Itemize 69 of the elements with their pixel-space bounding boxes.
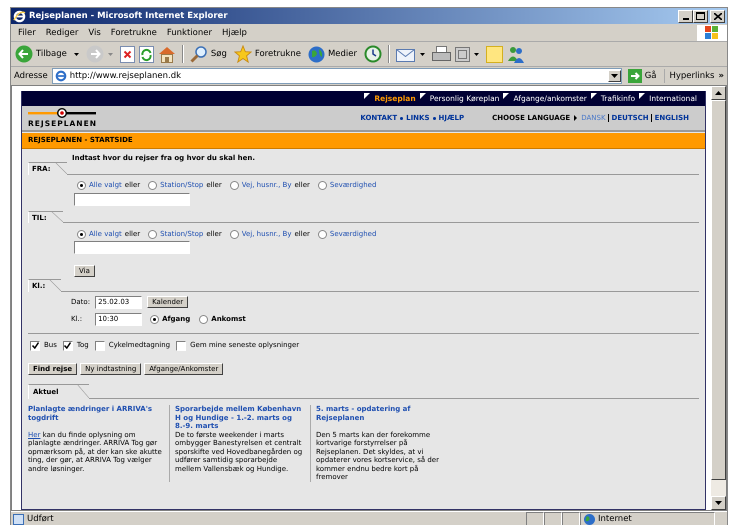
checkbox[interactable] — [176, 340, 186, 350]
bullet-icon — [432, 116, 436, 120]
vertical-scrollbar[interactable] — [711, 86, 726, 510]
address-field[interactable]: http://www.rejseplanen.dk — [52, 68, 622, 84]
checkbox[interactable] — [30, 340, 40, 350]
windows-flag-icon — [697, 24, 727, 40]
radio-button[interactable] — [150, 314, 160, 324]
go-arrow-icon — [628, 69, 642, 83]
menu-item[interactable]: Hjælp — [217, 28, 252, 38]
close-button[interactable] — [710, 10, 725, 22]
radio-button[interactable] — [230, 181, 239, 190]
menu-item[interactable]: Funktioner — [162, 28, 217, 38]
refresh-icon[interactable] — [138, 46, 154, 62]
home-icon[interactable] — [158, 46, 176, 62]
radio-button[interactable] — [318, 181, 327, 190]
menu-item[interactable]: Filer — [13, 28, 41, 38]
radio-button[interactable] — [77, 181, 86, 190]
globe-icon — [308, 46, 325, 62]
maximize-icon — [696, 12, 705, 20]
globe-icon — [584, 514, 595, 524]
browser-icon — [13, 10, 26, 22]
checkmark-icon — [32, 342, 38, 349]
go-button[interactable]: Gå — [626, 69, 666, 83]
search-button[interactable]: Søg — [190, 45, 230, 63]
radio-button[interactable] — [148, 230, 158, 238]
triangle-icon — [574, 115, 578, 121]
radio-button[interactable] — [77, 230, 86, 238]
back-button[interactable]: Tilbage — [15, 45, 70, 63]
page-icon — [13, 514, 24, 524]
links-button[interactable]: Hyperlinks — [669, 71, 714, 81]
place-input-field[interactable] — [74, 241, 190, 254]
bullet-icon — [400, 116, 404, 120]
status-text: Udført — [11, 514, 526, 524]
scroll-up-icon — [715, 91, 722, 95]
favorites-button[interactable]: Foretrukne — [234, 45, 304, 63]
radio-button[interactable] — [148, 181, 158, 190]
minimize-button[interactable] — [678, 10, 693, 22]
close-icon — [714, 12, 722, 20]
radio-button[interactable] — [199, 314, 208, 324]
menu-item[interactable]: Rediger — [40, 28, 84, 38]
checkbox[interactable] — [94, 340, 105, 350]
stop-icon[interactable] — [120, 46, 135, 62]
place-input-field[interactable] — [74, 192, 190, 206]
caret-icon[interactable] — [474, 52, 480, 56]
media-button[interactable]: Medier — [308, 46, 360, 62]
history-icon[interactable] — [364, 45, 382, 63]
caret-icon[interactable] — [420, 52, 426, 56]
more-button[interactable]: » — [718, 71, 724, 81]
dropdown-arrow-icon — [610, 74, 618, 78]
printer-icon[interactable] — [432, 46, 452, 62]
maximize-button[interactable] — [693, 10, 708, 22]
address-label: Adresse — [14, 71, 48, 81]
star-icon — [234, 45, 252, 63]
route-marker-icon — [28, 108, 96, 118]
checkmark-icon — [64, 342, 72, 349]
menu-item[interactable]: Vis — [83, 28, 106, 38]
page-icon — [54, 70, 67, 82]
search-icon — [190, 45, 208, 63]
zone-indicator: Internet — [580, 512, 715, 525]
window-title: Rejseplanen - Microsoft Internet Explorer — [29, 11, 229, 21]
mail-icon[interactable] — [396, 46, 416, 62]
menu-item[interactable]: Foretrukne — [106, 28, 162, 38]
radio-button[interactable] — [230, 230, 239, 238]
scroll-down-icon — [715, 501, 722, 505]
messenger-icon[interactable] — [507, 46, 526, 62]
caret-icon[interactable] — [74, 52, 79, 56]
radio-button[interactable] — [318, 230, 327, 238]
minimize-icon — [682, 18, 688, 20]
checkbox[interactable] — [62, 340, 73, 350]
